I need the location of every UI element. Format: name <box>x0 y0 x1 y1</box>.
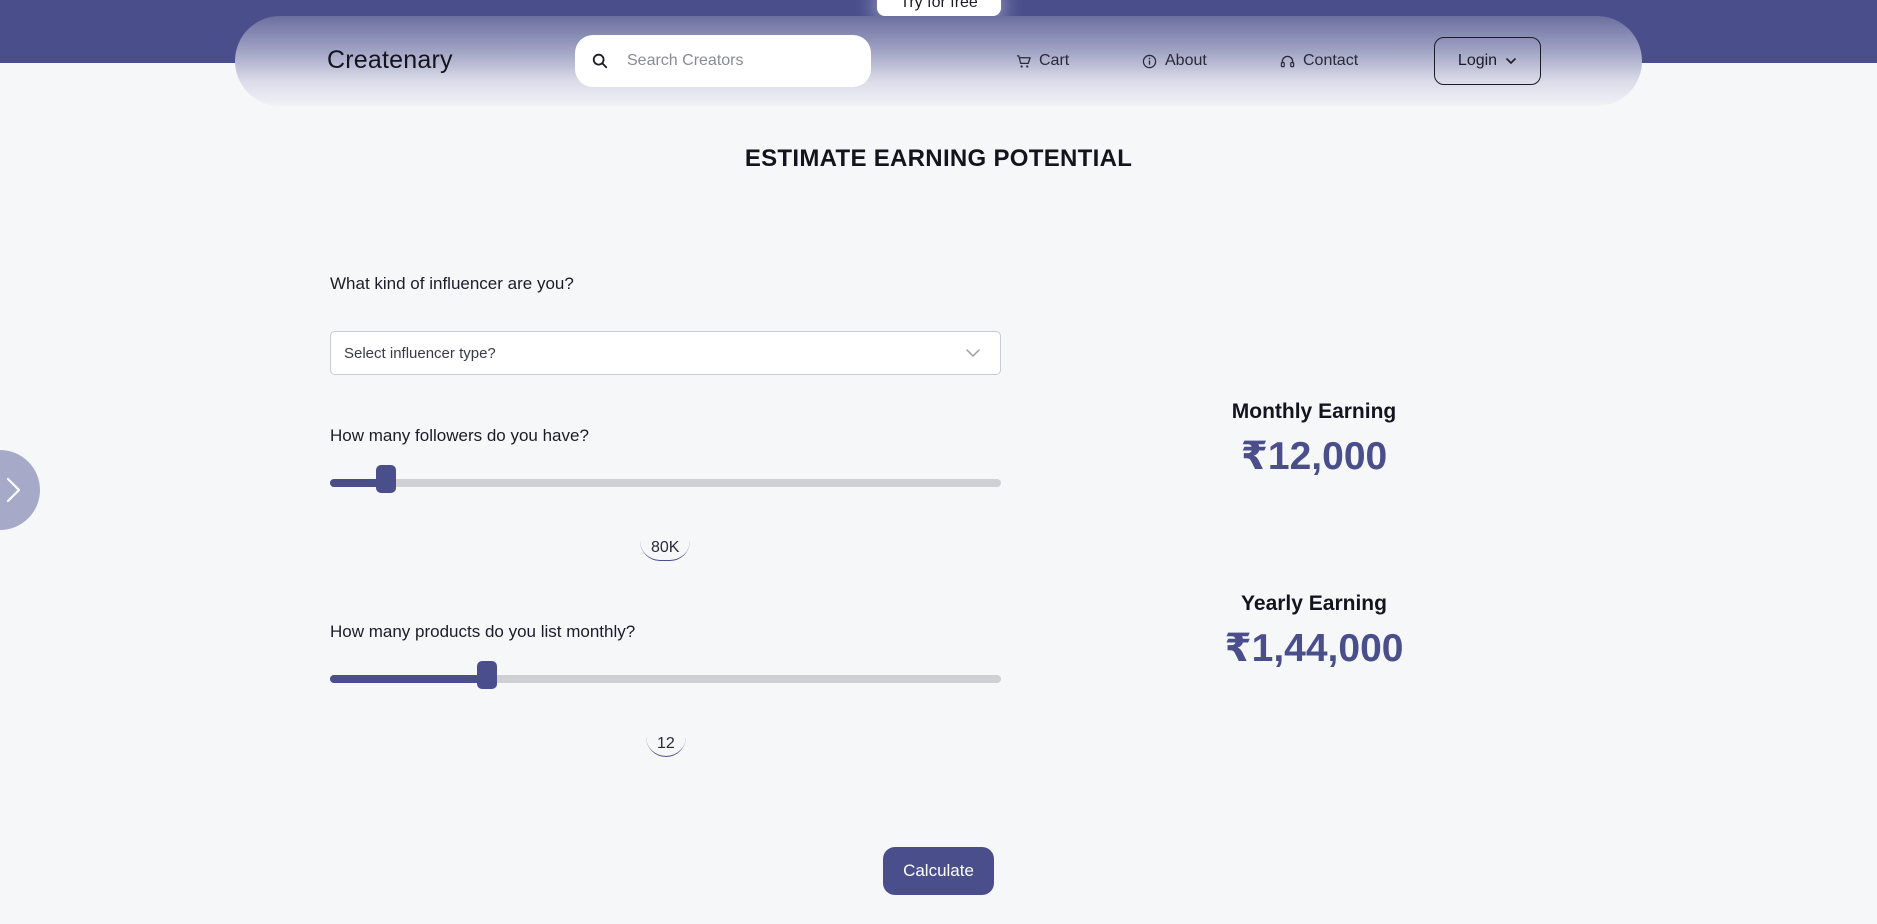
followers-slider[interactable] <box>330 465 1001 493</box>
nav-cart-link[interactable]: Cart <box>1016 50 1069 72</box>
followers-value-badge: 80K <box>640 537 691 561</box>
nav-contact-link[interactable]: Contact <box>1280 50 1358 72</box>
nav-contact-label: Contact <box>1303 52 1359 69</box>
login-button[interactable]: Login <box>1434 37 1541 85</box>
influencer-type-select-placeholder: Select influencer type? <box>344 344 496 362</box>
login-label: Login <box>1457 52 1498 69</box>
navbar: Createnary Cart About Contact <box>235 16 1642 106</box>
headset-icon <box>1280 55 1295 67</box>
influencer-type-question: What kind of influencer are you? <box>330 274 574 293</box>
search-input[interactable] <box>627 35 857 87</box>
monthly-earning-value: ₹12,000 <box>1240 435 1388 478</box>
followers-slider-thumb[interactable] <box>375 465 396 493</box>
try-for-free-button[interactable]: Try for free <box>877 0 1001 16</box>
brand-logo[interactable]: Createnary <box>327 46 453 75</box>
sidebar-toggle-button[interactable] <box>0 450 40 530</box>
yearly-earning-label: Yearly Earning <box>1241 592 1387 615</box>
chevron-right-icon <box>6 477 21 503</box>
calculate-button[interactable]: Calculate <box>883 847 994 895</box>
products-value-badge: 12 <box>646 733 686 757</box>
info-icon <box>1142 54 1157 68</box>
chevron-down-icon <box>966 349 980 357</box>
yearly-earning-value: ₹1,44,000 <box>1224 627 1404 670</box>
products-question: How many products do you list monthly? <box>330 622 636 641</box>
page-title: ESTIMATE EARNING POTENTIAL <box>744 145 1133 172</box>
cart-icon <box>1016 54 1031 68</box>
followers-question: How many followers do you have? <box>330 426 589 445</box>
products-slider[interactable] <box>330 661 1001 689</box>
search-box[interactable] <box>575 35 871 87</box>
products-slider-thumb[interactable] <box>477 661 497 689</box>
nav-about-label: About <box>1165 52 1207 69</box>
influencer-type-select[interactable]: Select influencer type? <box>330 331 1001 375</box>
products-slider-fill <box>330 675 487 683</box>
nav-cart-label: Cart <box>1039 52 1070 69</box>
nav-about-link[interactable]: About <box>1142 50 1207 72</box>
monthly-earning-label: Monthly Earning <box>1231 400 1397 423</box>
chevron-down-icon <box>1506 58 1516 64</box>
search-icon <box>592 53 608 69</box>
